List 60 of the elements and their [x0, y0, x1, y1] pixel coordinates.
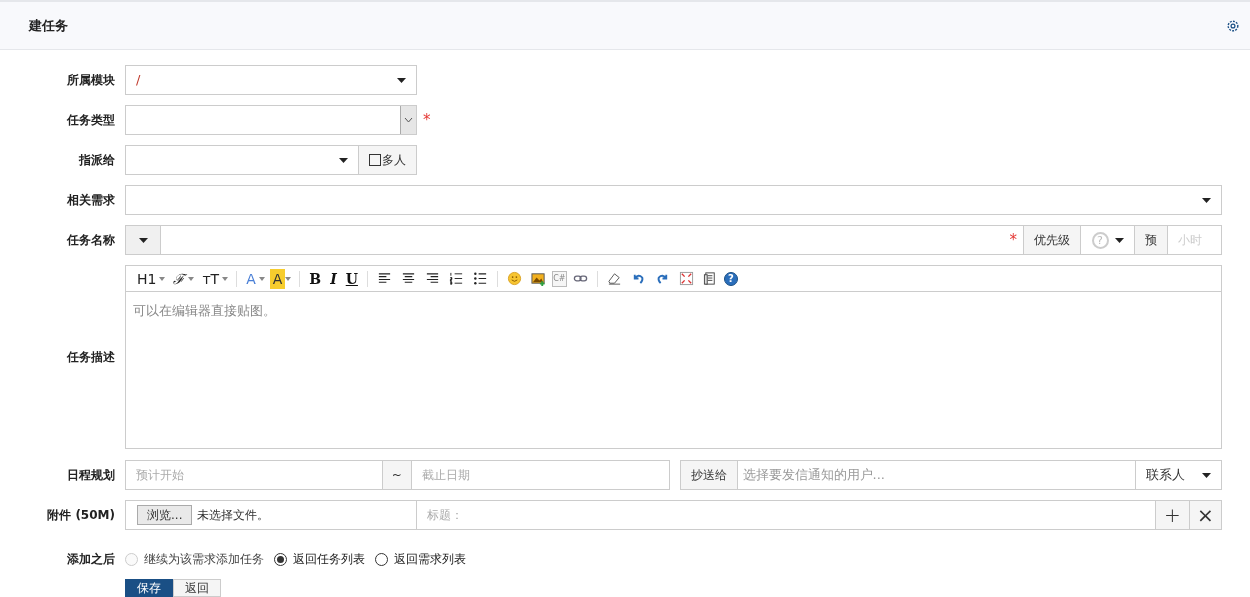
- toolbar-button[interactable]: A: [243, 268, 259, 289]
- caret-icon: [285, 276, 292, 281]
- field-label: 任务描述: [67, 349, 115, 366]
- field-label: 指派给: [79, 152, 115, 169]
- caret-icon: [222, 276, 229, 281]
- eraser-icon: [606, 271, 622, 286]
- numbered-list-icon: [448, 271, 464, 286]
- editor-area[interactable]: 可以在编辑器直接贴图。: [126, 292, 1221, 448]
- toolbar-button[interactable]: H1: [134, 268, 160, 289]
- toolbar-button[interactable]: ᴛT: [199, 268, 223, 289]
- toolbar-button[interactable]: A: [269, 268, 286, 289]
- caret-icon: [159, 276, 166, 281]
- caret-icon: [339, 157, 348, 163]
- chevron-icon: [404, 117, 413, 123]
- align-left-icon: [376, 271, 392, 286]
- form-button[interactable]: 保存: [125, 579, 173, 597]
- fullscreen-icon: [678, 271, 694, 286]
- toolbar-button[interactable]: C#: [551, 270, 567, 287]
- toolbar-button[interactable]: ℱ: [170, 268, 189, 289]
- radio-option[interactable]: 返回任务列表: [274, 550, 365, 568]
- field-label: 相关需求: [67, 192, 115, 209]
- radio-button[interactable]: [375, 552, 388, 566]
- checkbox[interactable]: [369, 154, 381, 166]
- multi-assign-toggle[interactable]: 多人: [359, 145, 417, 175]
- settings-icon[interactable]: [1226, 18, 1240, 33]
- align-center-icon: [400, 271, 416, 286]
- toolbar-button[interactable]: B: [306, 268, 325, 289]
- module-select[interactable]: /: [125, 65, 417, 95]
- checkbox-label: 多人: [382, 152, 406, 169]
- caret-icon: [1202, 197, 1211, 203]
- bullet-list-icon: [472, 271, 488, 286]
- field-label: 附件 (50M): [47, 507, 115, 524]
- select-value: /: [136, 71, 141, 90]
- field-label: 所属模块: [67, 72, 115, 89]
- radio-button[interactable]: [274, 552, 287, 566]
- radio-label: 返回任务列表: [293, 551, 365, 568]
- radio-label: 返回需求列表: [394, 551, 466, 568]
- field-label: 任务名称: [67, 232, 115, 249]
- caret-icon: [188, 276, 195, 281]
- toolbar-button[interactable]: I: [327, 268, 340, 289]
- radio-option[interactable]: 返回需求列表: [375, 550, 466, 568]
- align-right-icon: [424, 271, 440, 286]
- radio-label: 继续为该需求添加任务: [144, 551, 264, 568]
- field-label: 任务类型: [67, 112, 115, 129]
- range-separator: ~: [382, 460, 411, 490]
- required-mark: *: [423, 112, 431, 128]
- toolbar-button[interactable]: ?: [723, 271, 738, 286]
- page-title: 建任务: [29, 16, 68, 35]
- caret-icon: [397, 77, 406, 83]
- clipboard-icon: [702, 271, 718, 286]
- caret-icon: [258, 276, 265, 281]
- field-label: 添加之后: [67, 551, 115, 568]
- form-button[interactable]: 返回: [173, 579, 221, 597]
- input-placeholder: 截止日期: [421, 467, 470, 484]
- field-label: 日程规划: [67, 467, 115, 484]
- smiley-icon: [506, 271, 522, 286]
- image-add-icon: [530, 271, 546, 286]
- editor-placeholder: 可以在编辑器直接贴图。: [133, 303, 276, 318]
- input-placeholder: 预计开始: [136, 467, 184, 484]
- toolbar-button[interactable]: U: [342, 268, 361, 289]
